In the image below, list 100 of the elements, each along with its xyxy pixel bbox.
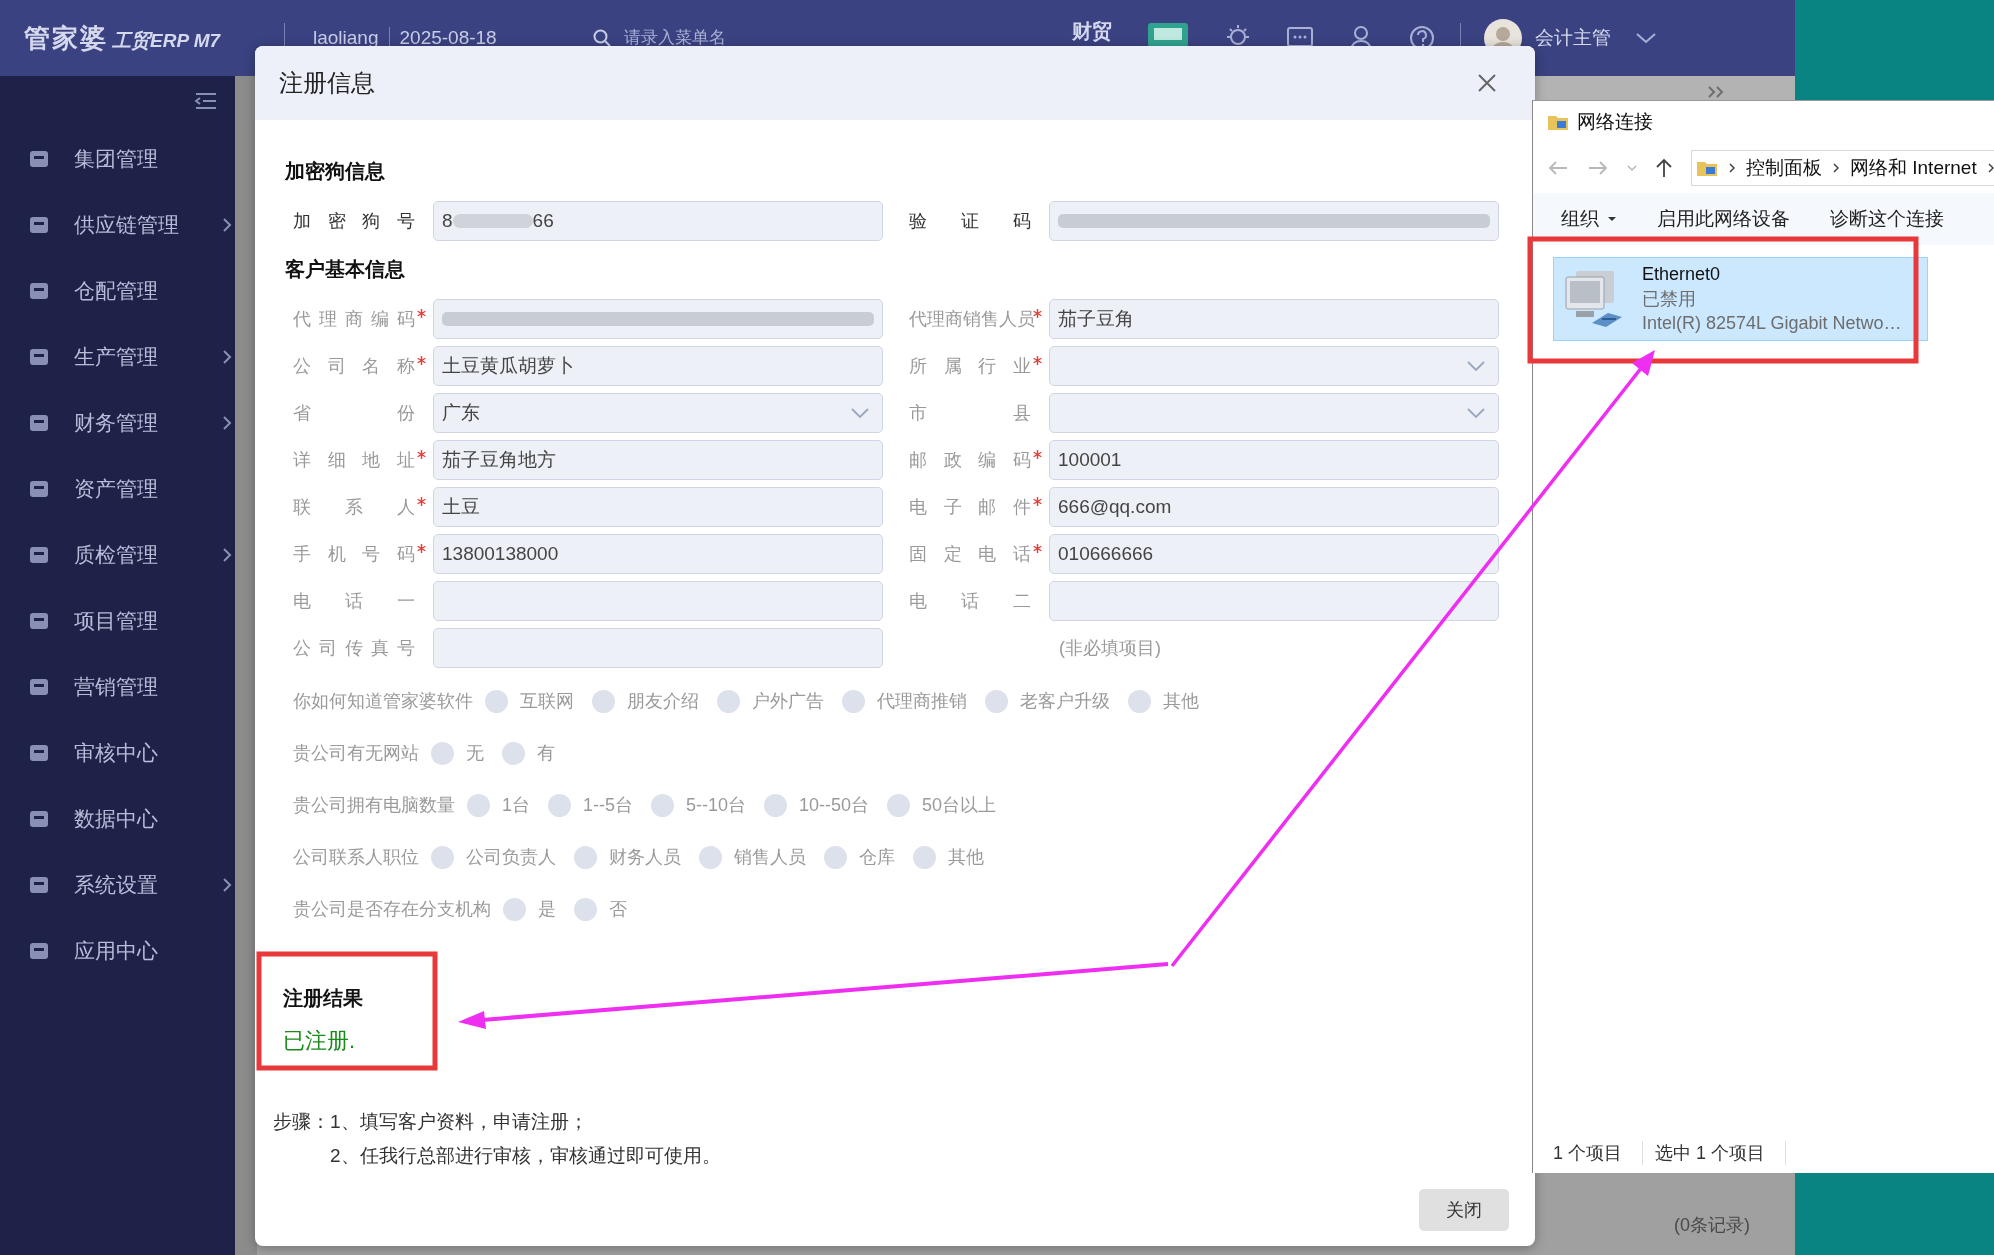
trade-badge[interactable]: 财贸 xyxy=(1071,20,1112,42)
forward-arrow-icon[interactable] xyxy=(1587,160,1609,176)
select-field[interactable]: 广东 xyxy=(433,392,883,433)
chevron-down-icon xyxy=(1466,406,1486,419)
breadcrumb-item[interactable]: 控制面板 xyxy=(1746,155,1822,181)
sidebar-item[interactable]: 质检管理 xyxy=(0,522,235,588)
field-label: 邮政编码 xyxy=(909,448,1031,472)
sidebar-item[interactable]: 数据中心 xyxy=(0,786,235,852)
input-field[interactable]: 010666666 xyxy=(1049,533,1499,574)
input-field[interactable]: 茄子豆角 xyxy=(1049,298,1499,339)
field-label: 公司传真号 xyxy=(293,636,415,660)
toolbar-button[interactable]: 组织 xyxy=(1561,206,1617,232)
toolbar-button[interactable]: 启用此网络设备 xyxy=(1657,206,1790,232)
input-field[interactable]: 茄子豆角地方 xyxy=(433,439,883,480)
radio-button[interactable] xyxy=(1128,689,1151,713)
input-field[interactable] xyxy=(433,580,883,621)
status-text: 选中 1 个项目 xyxy=(1655,1141,1787,1165)
chevron-right-icon xyxy=(1728,162,1736,174)
sidebar-item[interactable]: 项目管理 xyxy=(0,588,235,654)
option-label: 朋友介绍 xyxy=(627,690,699,713)
select-field[interactable] xyxy=(1049,345,1499,386)
sidebar-item[interactable]: 生产管理 xyxy=(0,324,235,390)
close-button[interactable]: 关闭 xyxy=(1419,1189,1509,1231)
radio-button[interactable] xyxy=(592,689,615,713)
up-arrow-icon[interactable] xyxy=(1655,158,1673,178)
radio-button[interactable] xyxy=(699,845,722,869)
radio-button[interactable] xyxy=(503,897,526,921)
caret-icon[interactable] xyxy=(1627,164,1637,172)
sidebar-item[interactable]: 系统设置 xyxy=(0,852,235,918)
option-label: 是 xyxy=(538,898,556,921)
input-field[interactable]: 100001 xyxy=(1049,439,1499,480)
adapter-device: Intel(R) 82574L Gigabit Netwo… xyxy=(1642,313,1902,334)
input-field[interactable]: 8 66 xyxy=(433,200,883,241)
input-field[interactable]: 13800138000 xyxy=(433,533,883,574)
sidebar-item[interactable]: 资产管理 xyxy=(0,456,235,522)
sidebar-item[interactable]: 审核中心 xyxy=(0,720,235,786)
step-text: 1、填写客户资料，申请注册； xyxy=(330,1110,589,1134)
field-label: 代理商编码 xyxy=(293,307,415,331)
radio-button[interactable] xyxy=(764,793,788,817)
toolbar-button[interactable]: 诊断这个连接 xyxy=(1830,206,1944,232)
back-arrow-icon[interactable] xyxy=(1547,160,1569,176)
option-label: 销售人员 xyxy=(734,846,806,869)
radio-button[interactable] xyxy=(431,845,454,869)
option-label: 1台 xyxy=(502,794,530,817)
option-label: 其他 xyxy=(1163,690,1199,713)
radio-button[interactable] xyxy=(913,845,936,869)
radio-button[interactable] xyxy=(887,793,911,817)
field-label: 电话一 xyxy=(293,589,415,613)
radio-button[interactable] xyxy=(574,897,597,921)
radio-button[interactable] xyxy=(717,689,740,713)
menu-icon[interactable] xyxy=(195,92,217,110)
option-label: 仓库 xyxy=(859,846,895,869)
radio-button[interactable] xyxy=(467,793,490,817)
input-field[interactable] xyxy=(1049,580,1499,621)
registration-status: 已注册. xyxy=(283,1027,357,1055)
network-adapter-item[interactable]: Ethernet0 已禁用 Intel(R) 82574L Gigabit Netwo… xyxy=(1553,257,1928,341)
sidebar-item[interactable]: 集团管理 xyxy=(0,126,235,192)
sidebar-item[interactable]: 营销管理 xyxy=(0,654,235,720)
input-field[interactable] xyxy=(433,298,883,339)
network-folder-icon xyxy=(1696,159,1718,177)
sidebar-item[interactable]: 财务管理 xyxy=(0,390,235,456)
app-logo: 管家婆 工贸ERP M7 xyxy=(24,21,222,55)
sidebar-item[interactable]: 应用中心 xyxy=(0,918,235,984)
sidebar-item[interactable]: 供应链管理 xyxy=(0,192,235,258)
option-label: 财务人员 xyxy=(609,846,681,869)
option-label: 有 xyxy=(537,742,555,765)
window-title: 网络连接 xyxy=(1577,110,1653,134)
radio-button[interactable] xyxy=(431,741,454,765)
chevron-down-icon xyxy=(1466,359,1486,372)
close-icon[interactable] xyxy=(1477,73,1497,93)
radio-button[interactable] xyxy=(824,845,847,869)
field-label: 公司名称 xyxy=(293,354,415,378)
radio-button[interactable] xyxy=(502,741,525,765)
address-bar[interactable]: 控制面板 网络和 Internet xyxy=(1691,150,1994,186)
section-title: 客户基本信息 xyxy=(285,257,406,282)
question-label: 贵公司拥有电脑数量 xyxy=(293,794,455,817)
sidebar-item[interactable]: 仓配管理 xyxy=(0,258,235,324)
input-field[interactable] xyxy=(433,627,883,668)
radio-button[interactable] xyxy=(985,689,1008,713)
module-icon xyxy=(28,412,50,434)
input-field[interactable]: 土豆黄瓜胡萝卜 xyxy=(433,345,883,386)
double-chevron-icon[interactable] xyxy=(1707,85,1725,99)
field-label: 详细地址 xyxy=(293,448,415,472)
input-field[interactable]: 土豆 xyxy=(433,486,883,527)
radio-button[interactable] xyxy=(548,793,571,817)
question-label: 你如何知道管家婆软件 xyxy=(293,690,473,713)
menu-search-field[interactable]: 请录入菜单名 xyxy=(621,27,866,49)
input-field[interactable] xyxy=(1049,200,1499,241)
breadcrumb-item[interactable]: 网络和 Internet xyxy=(1850,155,1977,181)
account-name[interactable]: 会计主管 xyxy=(1534,25,1611,51)
module-icon xyxy=(28,874,50,896)
radio-button[interactable] xyxy=(574,845,597,869)
input-field[interactable]: 666@qq.com xyxy=(1049,486,1499,527)
radio-button[interactable] xyxy=(651,793,675,817)
select-field[interactable] xyxy=(1049,392,1499,433)
radio-button[interactable] xyxy=(842,689,865,713)
option-label: 公司负责人 xyxy=(466,846,556,869)
chevron-down-icon[interactable] xyxy=(1634,31,1657,45)
radio-button[interactable] xyxy=(485,689,508,713)
chevron-right-icon xyxy=(222,349,232,365)
